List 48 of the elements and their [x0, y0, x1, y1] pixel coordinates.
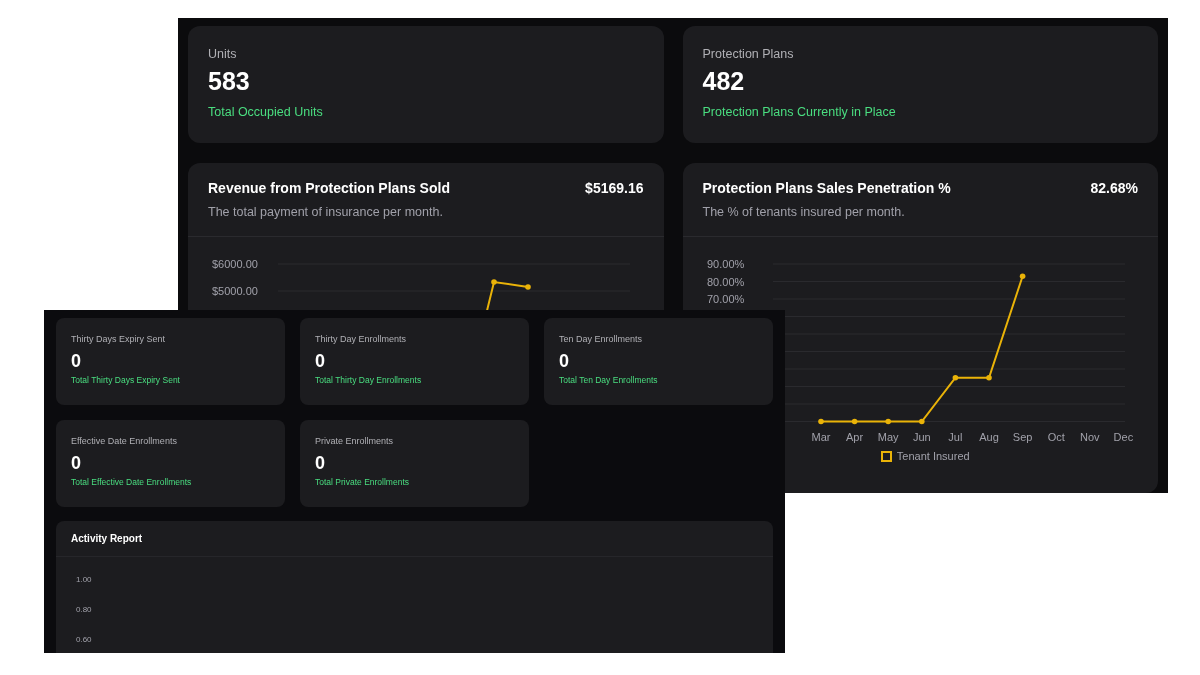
- axis-month-label: Jul: [947, 430, 962, 443]
- stat-label: Thirty Day Enrollments: [315, 333, 408, 345]
- stat-value: 583: [208, 66, 251, 96]
- axis-month-label: May: [877, 430, 899, 443]
- stat-caption: Total Occupied Units: [208, 104, 324, 120]
- chart-title: Protection Plans Sales Penetration %: [702, 179, 951, 198]
- stat-value: 0: [315, 350, 326, 373]
- axis-tick-label: $6000.00: [212, 257, 258, 270]
- stat-label: Ten Day Enrollments: [559, 333, 644, 345]
- axis-month-label: Aug: [978, 430, 999, 443]
- stat-value: 0: [71, 350, 82, 373]
- stat-caption: Total Ten Day Enrollments: [559, 374, 659, 386]
- stat-value: 482: [702, 66, 746, 96]
- legend-swatch-icon: [880, 450, 892, 462]
- axis-month-label: Sep: [1012, 430, 1032, 443]
- stat-label: Protection Plans: [702, 46, 795, 62]
- axis-tick-label: 70.00%: [706, 292, 744, 305]
- axis-month-label: Nov: [1079, 430, 1100, 443]
- axis-tick-label: 80.00%: [706, 275, 744, 288]
- stat-value: 0: [559, 350, 570, 373]
- stat-label: Private Enrollments: [315, 435, 395, 447]
- axis-month-label: Dec: [1113, 430, 1133, 443]
- axis-tick-label: 0.80: [76, 604, 93, 616]
- stat-label: Thirty Days Expiry Sent: [71, 333, 167, 345]
- chart-subtitle: The % of tenants insured per month.: [702, 204, 906, 221]
- chart-total: 82.68%: [1090, 179, 1138, 198]
- stat-label: Effective Date Enrollments: [71, 435, 178, 447]
- axis-tick-label: $5000.00: [212, 284, 258, 297]
- axis-month-label: Mar: [811, 430, 830, 443]
- axis-tick-label: 1.00: [76, 574, 93, 586]
- activity-title: Activity Report: [71, 532, 143, 546]
- chart-title: Revenue from Protection Plans Sold: [208, 179, 450, 198]
- stat-value: 0: [315, 452, 326, 475]
- axis-tick-label: 90.00%: [706, 257, 744, 270]
- legend-label: Tenant Insured: [896, 448, 970, 464]
- axis-month-label: Apr: [845, 430, 863, 443]
- stat-caption: Total Thirty Day Enrollments: [315, 374, 423, 386]
- chart-total: $5169.16: [585, 179, 644, 198]
- stat-caption: Total Effective Date Enrollments: [71, 476, 193, 488]
- stat-caption: Total Private Enrollments: [315, 476, 410, 488]
- axis-month-label: Oct: [1047, 430, 1065, 443]
- axis-month-label: Jun: [912, 430, 931, 443]
- stat-label: Units: [208, 46, 238, 62]
- stat-caption: Total Thirty Days Expiry Sent: [71, 374, 181, 386]
- stat-caption: Protection Plans Currently in Place: [702, 104, 897, 120]
- chart-subtitle: The total payment of insurance per month.: [208, 204, 444, 221]
- axis-tick-label: 0.60: [76, 634, 93, 646]
- stat-value: 0: [71, 452, 82, 475]
